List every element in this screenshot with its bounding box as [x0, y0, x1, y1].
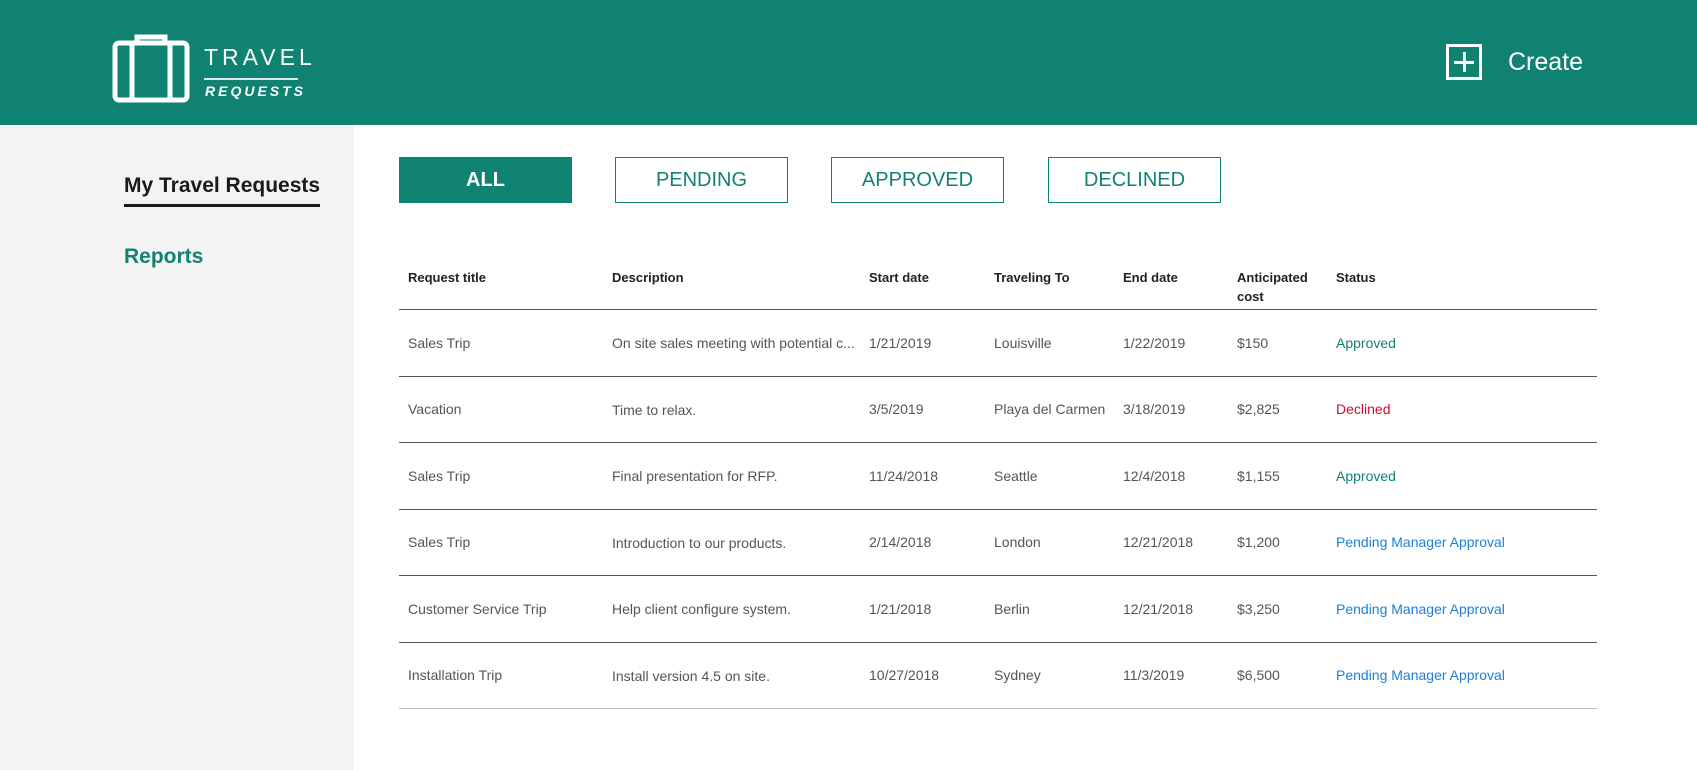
cell-request-title: Customer Service Trip [408, 600, 547, 617]
logo-subtitle: REQUESTS [205, 83, 307, 99]
sidebar-item-reports[interactable]: Reports [124, 245, 203, 269]
cell-start-date: 1/21/2018 [869, 600, 932, 617]
table-row[interactable]: Installation Trip Install version 4.5 on … [399, 643, 1597, 709]
cell-description: Help client configure system. [612, 601, 791, 617]
cell-status: Approved [1336, 467, 1396, 484]
header-status[interactable]: Status [1336, 268, 1376, 287]
cell-status: Pending Manager Approval [1336, 534, 1505, 551]
header-request-title[interactable]: Request title [408, 268, 486, 287]
create-label: Create [1508, 47, 1584, 76]
header-description[interactable]: Description [612, 268, 684, 287]
cell-end-date: 12/4/2018 [1123, 467, 1186, 484]
cell-traveling-to: London [994, 534, 1041, 551]
cell-status: Approved [1336, 334, 1396, 351]
cell-status: Declined [1336, 401, 1391, 418]
plus-box-icon [1446, 44, 1482, 80]
cell-anticipated-cost: $1,200 [1237, 534, 1280, 551]
header-start-date[interactable]: Start date [869, 268, 929, 287]
logo-divider [204, 78, 298, 80]
cell-anticipated-cost: $6,500 [1237, 667, 1280, 684]
cell-traveling-to: Louisville [994, 334, 1052, 351]
filter-pending-button[interactable]: PENDING [615, 157, 788, 203]
table-row[interactable]: Sales Trip Introduction to our products. 2… [399, 510, 1597, 576]
cell-end-date: 11/3/2019 [1123, 667, 1185, 684]
sidebar-item-my-travel-requests[interactable]: My Travel Requests [124, 174, 321, 207]
sidebar: My Travel Requests Reports [0, 125, 354, 770]
table-row[interactable]: Vacation Time to relax. 3/5/2019 Playa del … [399, 377, 1597, 443]
cell-request-title: Sales Trip [408, 534, 471, 551]
table-row[interactable]: Sales Trip Final presentation for RFP. 11/… [399, 443, 1597, 510]
cell-end-date: 3/18/2019 [1123, 401, 1186, 418]
cell-anticipated-cost: $3,250 [1237, 600, 1280, 617]
cell-anticipated-cost: $2,825 [1237, 401, 1280, 418]
cell-traveling-to: Berlin [994, 600, 1030, 617]
filter-all-button[interactable]: ALL [399, 157, 572, 203]
table-header: Request title Description Start date Tra… [399, 258, 1597, 310]
cell-end-date: 12/21/2018 [1123, 534, 1194, 551]
suitcase-icon [112, 34, 190, 103]
table-row[interactable]: Customer Service Trip Help client configu… [399, 576, 1597, 643]
cell-start-date: 10/27/2018 [869, 667, 940, 684]
create-button[interactable]: Create [1446, 44, 1583, 80]
cell-description: Introduction to our products. [612, 534, 787, 551]
cell-request-title: Vacation [408, 401, 462, 418]
cell-start-date: 3/5/2019 [869, 401, 924, 418]
table-row[interactable]: Sales Trip On site sales meeting with pot… [399, 310, 1597, 377]
app-header: TRAVEL REQUESTS Create [0, 0, 1697, 125]
cell-request-title: Sales Trip [408, 334, 471, 351]
cell-start-date: 1/21/2019 [869, 334, 932, 351]
cell-request-title: Installation Trip [408, 667, 503, 684]
cell-traveling-to: Sydney [994, 667, 1041, 684]
logo-title: TRAVEL [204, 44, 316, 70]
cell-description: On site sales meeting with potential c..… [612, 335, 855, 351]
cell-status: Pending Manager Approval [1336, 667, 1505, 684]
cell-description: Final presentation for RFP. [612, 468, 778, 484]
cell-start-date: 2/14/2018 [869, 534, 932, 551]
requests-table: Request title Description Start date Tra… [399, 258, 1597, 709]
filter-approved-button[interactable]: APPROVED [831, 157, 1004, 203]
cell-start-date: 11/24/2018 [869, 467, 939, 484]
cell-end-date: 12/21/2018 [1123, 600, 1194, 617]
cell-traveling-to: Seattle [994, 467, 1038, 484]
cell-description: Time to relax. [612, 401, 697, 418]
app-logo[interactable]: TRAVEL REQUESTS [112, 34, 312, 104]
cell-anticipated-cost: $150 [1237, 334, 1269, 351]
filter-declined-button[interactable]: DECLINED [1048, 157, 1221, 203]
cell-status: Pending Manager Approval [1336, 600, 1505, 617]
header-traveling-to[interactable]: Traveling To [994, 268, 1070, 287]
cell-anticipated-cost: $1,155 [1237, 467, 1280, 484]
header-end-date[interactable]: End date [1123, 268, 1178, 287]
header-anticipated-cost[interactable]: Anticipated cost [1237, 268, 1327, 306]
cell-end-date: 1/22/2019 [1123, 334, 1186, 351]
cell-request-title: Sales Trip [408, 467, 471, 484]
cell-traveling-to: Playa del Carmen [994, 401, 1106, 418]
cell-description: Install version 4.5 on site. [612, 667, 770, 684]
table-body: Sales Trip On site sales meeting with pot… [399, 310, 1597, 709]
